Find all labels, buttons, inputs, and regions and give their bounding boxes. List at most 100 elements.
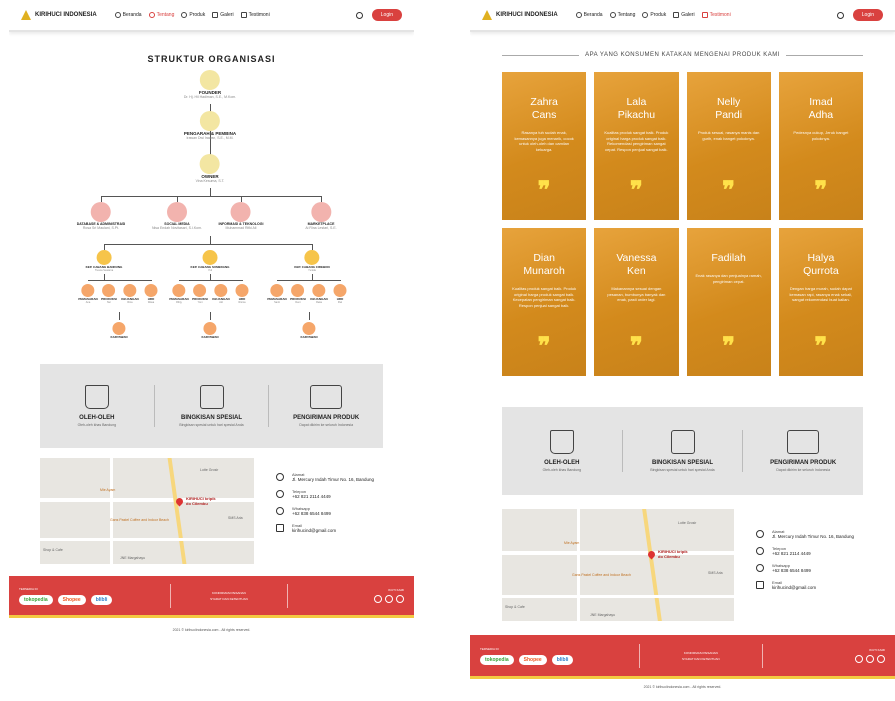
service-subtitle: Bingkisan spesial untuk hari spesial And… [650,468,715,472]
contact-phone[interactable]: Telepon +62 821 2114 4449 [756,546,863,556]
nav-testimonials[interactable]: Testimoni [240,12,270,18]
avatar [304,250,320,265]
heading-text: APA YANG KONSUMEN KATAKAN MENGENAI PRODU… [585,52,780,58]
nav-products[interactable]: Produk [181,12,205,18]
tokopedia-link[interactable]: tokopedia [19,594,53,605]
service-subtitle: Dapat dikirim ke seluruh Indonesia [299,423,354,427]
brand-name: KIRIHUCI INDONESIA [35,12,97,18]
terms-link[interactable]: SYARAT DAN KETENTUAN [171,596,287,602]
shopping-bag-icon [549,430,574,454]
login-button[interactable]: Login [371,9,402,21]
person-name: Ai Rina Lestari, S.E. [305,226,337,230]
avatar [172,284,186,297]
nav-home[interactable]: Beranda [575,12,603,18]
nav-testimonials[interactable]: Testimoni [701,12,731,18]
search-icon[interactable] [836,11,844,19]
karyawan-node: KARYAWAN [300,322,318,339]
nav-about[interactable]: Tentang [148,12,174,18]
truck-icon [310,385,343,409]
home-icon [114,12,121,18]
instagram-icon[interactable] [877,655,885,663]
testimonial-card: Halya Qurrota Dengan harga murah, sudah d… [778,228,863,376]
testimonial-text: Produk sesuai, rasanya manis dan gurih, … [697,130,760,141]
map[interactable]: KIRIHUCI kripik do Cilembu Lotte Grosir … [40,458,254,564]
avatar [144,284,158,297]
division-node: DATABASE & ADMINISTRASI Rosa Sri Maulani,… [77,202,125,230]
contact-value: Jl. Mercury Indah Timur No. 16, Bandung [292,477,375,482]
contact-phone[interactable]: Telepon +62 821 2114 4449 [276,489,383,499]
phone-icon [276,490,284,498]
nav-products[interactable]: Produk [642,12,666,18]
tokopedia-link[interactable]: tokopedia [480,654,514,665]
nav-menu: Beranda Tentang Produk Galeri Testimoni [114,12,270,18]
contact-whatsapp[interactable]: Whatsapp +62 838 6544 8499 [276,506,383,516]
person-name: Vina Kesuma, S.T. [195,179,225,183]
person-name: Adi [219,301,223,304]
follow-label: IKUTI KAMI [388,588,404,592]
blibli-link[interactable]: blibli [551,654,574,665]
person-name: Yunida [308,269,316,272]
youtube-icon[interactable] [374,595,382,603]
blibli-link[interactable]: blibli [90,594,113,605]
karyawan-node: KARYAWAN [201,322,219,339]
nav-home[interactable]: Beranda [114,12,142,18]
staff-node: PRODUKSI Deni [290,284,306,304]
location-icon [756,530,764,538]
avatar [310,202,331,222]
avatar [230,202,251,222]
avatar [235,284,249,297]
quote-icon: ❞ [629,331,643,360]
org-title: STRUKTUR ORGANISASI [147,54,276,64]
contact-value: +62 821 2114 4449 [292,494,331,499]
avatar [112,322,126,335]
nav-menu: Beranda Tentang Produk Galeri Testimoni [575,12,731,18]
logo-icon [482,10,492,20]
person-name: Wasa [147,301,155,304]
quote-icon: ❞ [629,175,643,204]
avatar [102,284,116,297]
nav-gallery[interactable]: Galeri [212,12,234,18]
quote-icon: ❞ [722,331,736,360]
service-pengiriman: PENGIRIMAN PRODUK Dapat dikirim ke seluru… [743,430,863,472]
nav-about[interactable]: Tentang [609,12,635,18]
map-label: Lotte Grosir [678,521,697,525]
logo[interactable]: KIRIHUCI INDONESIA [482,10,558,20]
contact-email[interactable]: Email kirihucind@gmail.com [276,523,383,533]
contact-email[interactable]: Email kirihucind@gmail.com [756,580,863,590]
nav-label: Beranda [583,12,603,18]
customer-name: Lala Pikachu [617,96,656,121]
shopping-bag-icon [84,385,109,409]
map-pin-label: KIRIHUCI kripik do Cilembu [186,496,216,506]
avatar [312,284,326,297]
login-button[interactable]: Login [852,9,883,21]
service-title: OLEH-OLEH [79,415,115,421]
shopee-link[interactable]: Shopee [57,594,86,605]
image-icon [212,12,219,18]
map[interactable]: KIRIHUCI kripik do Cilembu Lotte Grosir … [502,509,734,621]
youtube-icon[interactable] [855,655,863,663]
person-name: Dwi [337,301,343,304]
contact-whatsapp[interactable]: Whatsapp +62 838 6544 8499 [756,563,863,573]
person-name: Irawan Dwi Irawan, S.E., M.M. [186,136,234,140]
service-bingkisan: BINGKISAN SPESIAL Bingkisan spesial untuk… [623,430,744,472]
service-title: PENGIRIMAN PRODUK [770,460,837,466]
search-icon[interactable] [355,11,363,19]
service-pengiriman: PENGIRIMAN PRODUK Dapat dikirim ke seluru… [269,385,383,427]
nav-gallery[interactable]: Galeri [673,12,695,18]
person-name: Rina [127,301,133,304]
gift-icon [670,430,695,454]
testimonial-page: KIRIHUCI INDONESIA Beranda Tentang Produ… [470,0,895,701]
testimonial-text: Enak rasanya dan penjualnya ramah, pengi… [695,273,762,284]
terms-link[interactable]: SYARAT DAN KETENTUAN [640,656,762,662]
instagram-icon[interactable] [396,595,404,603]
testimonial-text: Pedesnya cukup, Jeruk banget pokoknya. [793,130,849,141]
founder-node: FOUNDER Dr. Hj. Hil Hadiman, S.E., M.Kom. [184,70,236,99]
facebook-icon[interactable] [385,595,393,603]
map-label: Mie Ayam [564,541,580,545]
shopee-link[interactable]: Shopee [518,654,547,665]
logo[interactable]: KIRIHUCI INDONESIA [21,10,97,20]
facebook-icon[interactable] [866,655,874,663]
testimonial-card: Nelly Pandi Produk sesuai, rasanya manis … [686,72,771,220]
staff-node: KEUANGAN Rina [121,284,139,304]
map-label: SMS Aria [708,571,723,575]
